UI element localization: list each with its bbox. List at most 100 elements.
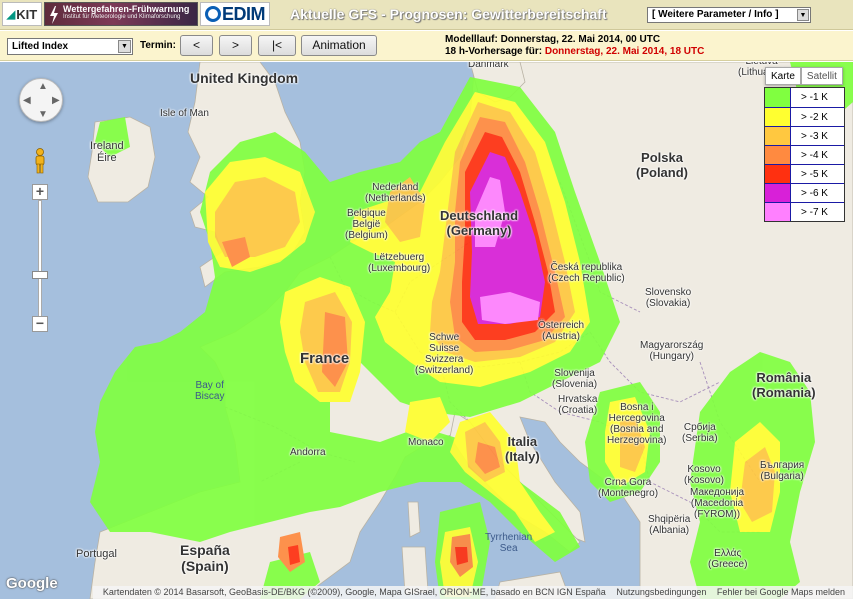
legend-swatch: [765, 146, 791, 164]
legend-label: > -7 K: [801, 207, 828, 218]
label-srbija: Србија (Serbia): [682, 422, 718, 444]
animation-button[interactable]: Animation: [301, 35, 377, 56]
label-espana: España (Spain): [180, 542, 230, 574]
legend-label: > -6 K: [801, 188, 828, 199]
termin-label: Termin:: [140, 40, 176, 51]
forecast-label: 18 h-Vorhersage für:: [445, 46, 543, 57]
terms-link[interactable]: Nutzungsbedingungen: [612, 587, 710, 597]
forecast-value: Donnerstag, 22. Mai 2014, 18 UTC: [544, 46, 705, 57]
label-portugal: Portugal: [76, 548, 117, 560]
legend-swatch: [765, 127, 791, 145]
page-title: Aktuelle GFS - Prognosen: Gewitterbereit…: [290, 6, 607, 22]
label-slovensko: Slovensko (Slovakia): [645, 287, 692, 309]
label-shqiperia: Shqipëria (Albania): [648, 514, 691, 536]
label-letzebuerg: Lëtzebuerg (Luxembourg): [368, 252, 431, 274]
map-type-karte[interactable]: Karte: [765, 67, 801, 85]
label-osterreich: Österreich (Austria): [538, 320, 585, 342]
variable-select[interactable]: Lifted Index ▼: [7, 38, 133, 55]
legend-row: > -3 K: [765, 126, 844, 145]
legend-row: > -2 K: [765, 107, 844, 126]
cedim-logo[interactable]: EDIM: [200, 2, 270, 26]
label-tyrrhenian-sea: Tyrrhenian Sea: [485, 532, 533, 554]
zoom-slider-track[interactable]: [38, 200, 42, 317]
variable-select-value: Lifted Index: [12, 41, 69, 52]
label-italia: Italia (Italy): [505, 434, 540, 464]
label-macedonia: Македонија (Macedonia (FYROM)): [690, 487, 745, 520]
toolbar: Lifted Index ▼ Termin: < > |< Animation …: [0, 31, 853, 61]
cedim-logo-text: EDIM: [222, 3, 266, 24]
pan-control[interactable]: ▲ ▼ ◀ ▶: [19, 78, 63, 122]
legend-row: > -7 K: [765, 202, 844, 221]
label-romania: România (Romania): [752, 370, 816, 400]
legend-row: > -1 K: [765, 88, 844, 107]
label-crna-gora: Crna Gora (Montenegro): [598, 477, 659, 499]
pan-down-icon[interactable]: ▼: [38, 109, 48, 120]
label-polska: Polska (Poland): [636, 150, 688, 180]
next-button[interactable]: >: [219, 35, 252, 56]
pan-left-icon[interactable]: ◀: [23, 95, 31, 106]
model-run-value: Donnerstag, 22. Mai 2014, 00 UTC: [500, 34, 661, 45]
label-bulgaria: България (Bulgaria): [760, 460, 805, 482]
legend-label: > -1 K: [801, 92, 828, 103]
legend-swatch: [765, 88, 791, 107]
chevron-down-icon: ▼: [118, 40, 131, 53]
google-logo[interactable]: Google: [6, 575, 58, 592]
label-schweiz: Schwe Suisse Svizzera (Switzerland): [415, 332, 474, 376]
legend-label: > -4 K: [801, 150, 828, 161]
legend-row: > -4 K: [765, 145, 844, 164]
legend-row: > -6 K: [765, 183, 844, 202]
landmass-corsica: [407, 501, 421, 538]
header-bar: ◢ KIT Wettergefahren-Frühwarnung Institut…: [0, 0, 853, 30]
zoom-in-button[interactable]: +: [32, 184, 48, 200]
parameter-select-value: [ Weitere Parameter / Info ]: [652, 9, 779, 20]
legend: > -1 K > -2 K > -3 K > -4 K > -5 K > -6 K > -7…: [764, 87, 845, 222]
legend-swatch: [765, 108, 791, 126]
label-magyarorszag: Magyarország (Hungary): [640, 340, 704, 362]
wettergefahren-logo[interactable]: Wettergefahren-Frühwarnung Institut für …: [44, 2, 198, 26]
label-nederland: Nederland (Netherlands): [365, 182, 426, 204]
kit-logo[interactable]: ◢ KIT: [2, 2, 42, 26]
legend-label: > -3 K: [801, 131, 828, 142]
pan-right-icon[interactable]: ▶: [52, 95, 60, 106]
label-united-kingdom: United Kingdom: [190, 70, 299, 86]
parameter-select[interactable]: [ Weitere Parameter / Info ] ▼: [647, 7, 811, 23]
label-cesko: Česká republika (Czech Republic): [548, 262, 625, 284]
label-andorra: Andorra: [290, 447, 326, 458]
legend-swatch: [765, 184, 791, 202]
chevron-down-icon: ▼: [797, 9, 809, 21]
legend-label: > -5 K: [801, 169, 828, 180]
label-ellas: Ελλάς (Greece): [708, 548, 748, 570]
label-monaco: Monaco: [408, 437, 444, 448]
legend-swatch: [765, 165, 791, 183]
label-kosovo: Kosovo (Kosovo): [684, 464, 725, 486]
zoom-out-button[interactable]: −: [32, 316, 48, 332]
map-type-control: Karte Satellit: [765, 67, 843, 85]
model-run-info: Modelllauf: Donnerstag, 22. Mai 2014, 00…: [445, 34, 704, 58]
lightning-icon: [50, 6, 58, 24]
legend-label: > -2 K: [801, 112, 828, 123]
legend-swatch: [765, 203, 791, 221]
logo-warn-subtitle: Institut für Meteorologie und Klimaforsc…: [63, 14, 181, 20]
label-belgique: Belgique België (Belgium): [345, 208, 388, 241]
map-type-satellit[interactable]: Satellit: [800, 67, 843, 85]
map-canvas[interactable]: United Kingdom Isle of Man Ireland Éire …: [0, 62, 853, 599]
legend-row: > -5 K: [765, 164, 844, 183]
zoom-slider-handle[interactable]: [32, 271, 48, 279]
cedim-ring-icon: [205, 6, 221, 22]
label-isle-of-man: Isle of Man: [160, 108, 209, 119]
pan-up-icon[interactable]: ▲: [38, 81, 48, 92]
pegman-icon[interactable]: [33, 148, 47, 174]
label-deutschland: Deutschland (Germany): [440, 208, 519, 238]
report-error-link[interactable]: Fehler bei Google Maps melden: [713, 587, 849, 597]
attribution-bar: Kartendaten © 2014 Basarsoft, GeoBasis-D…: [92, 586, 853, 599]
kit-logo-text: KIT: [16, 6, 38, 22]
previous-button[interactable]: <: [180, 35, 213, 56]
label-danmark: Danmark: [468, 62, 509, 70]
label-slovenija: Slovenija (Slovenia): [552, 368, 598, 390]
label-bay-of-biscay: Bay of Biscay: [195, 380, 225, 402]
label-hrvatska: Hrvatska (Croatia): [558, 394, 598, 416]
model-run-label: Modelllauf:: [445, 34, 498, 45]
first-button[interactable]: |<: [258, 35, 296, 56]
logo-warn-title: Wettergefahren-Frühwarnung: [63, 4, 190, 14]
label-bosna: Bosna i Hercegovina (Bosnia and Herzegov…: [607, 402, 667, 446]
